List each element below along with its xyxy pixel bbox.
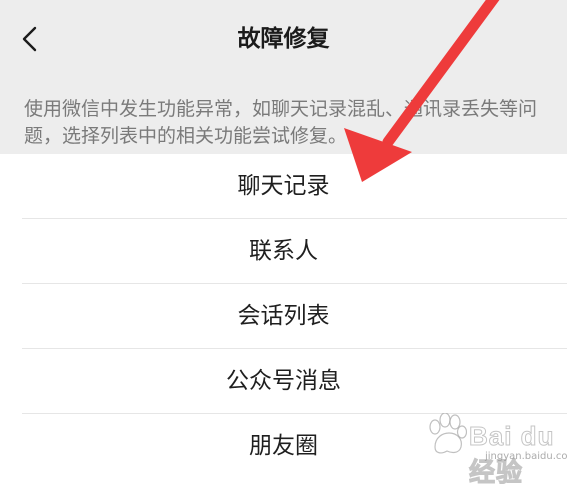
watermark-url: jingyan.baidu.com: [485, 451, 567, 462]
menu-item-chat-history[interactable]: 聊天记录: [0, 154, 567, 219]
menu-item-label: 聊天记录: [237, 173, 330, 199]
menu-item-label: 会话列表: [237, 303, 330, 329]
watermark: Bai du 经验 jingyan.baidu.com: [421, 409, 567, 488]
description-text: 使用微信中发生功能异常，如聊天记录混乱、通讯录丢失等问题，选择列表中的相关功能尝…: [24, 98, 538, 147]
menu-item-label: 联系人: [249, 238, 318, 264]
header-area: 故障修复 使用微信中发生功能异常，如聊天记录混乱、通讯录丢失等问题，选择列表中的…: [0, 0, 567, 155]
menu-item-official-accounts[interactable]: 公众号消息: [0, 349, 567, 414]
page-title: 故障修复: [237, 26, 330, 52]
paw-logo-icon: [429, 413, 467, 454]
nav-bar: 故障修复: [0, 0, 567, 80]
menu-item-contacts[interactable]: 联系人: [0, 219, 567, 284]
menu-item-label: 公众号消息: [226, 368, 341, 394]
menu-item-chat-list[interactable]: 会话列表: [0, 284, 567, 349]
